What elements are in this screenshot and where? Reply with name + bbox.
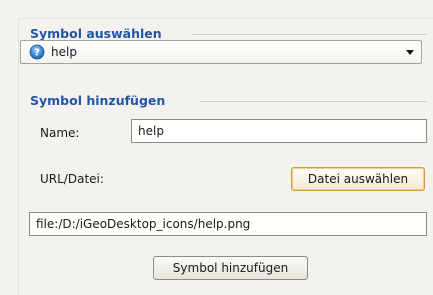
chevron-down-icon[interactable] bbox=[406, 50, 414, 55]
name-input[interactable] bbox=[131, 119, 427, 143]
file-path-input[interactable] bbox=[29, 212, 427, 236]
select-symbol-divider bbox=[192, 34, 427, 35]
add-symbol-button[interactable]: Symbol hinzufügen bbox=[153, 256, 308, 280]
add-symbol-heading: Symbol hinzufügen bbox=[30, 93, 166, 108]
choose-file-button[interactable]: Datei auswählen bbox=[291, 167, 425, 191]
help-icon: ? bbox=[29, 44, 45, 60]
symbol-select-value: help bbox=[51, 45, 77, 59]
select-symbol-heading: Symbol auswählen bbox=[30, 26, 162, 41]
name-label: Name: bbox=[40, 126, 80, 140]
add-symbol-divider bbox=[200, 101, 427, 102]
symbol-select-dropdown[interactable]: ? help bbox=[20, 40, 422, 64]
url-label: URL/Datei: bbox=[40, 172, 104, 186]
svg-text:?: ? bbox=[34, 48, 40, 59]
